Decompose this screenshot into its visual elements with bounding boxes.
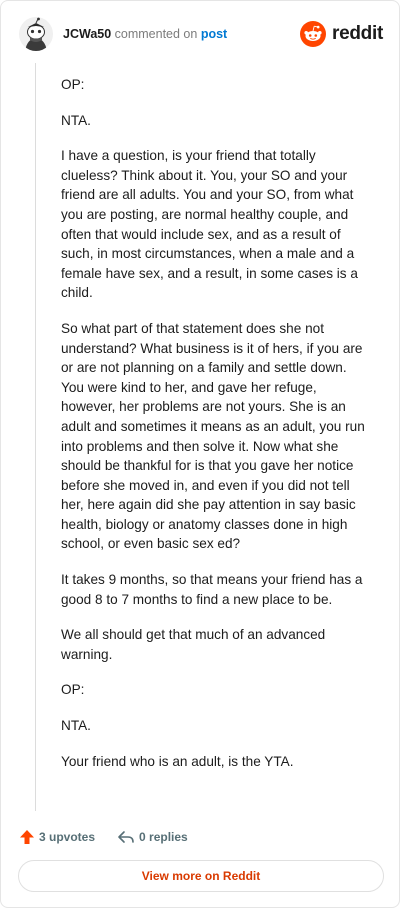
post-link[interactable]: post (201, 27, 227, 41)
comment-paragraph: It takes 9 months, so that means your fr… (61, 572, 363, 607)
thread-line (35, 63, 36, 811)
view-more-button[interactable]: View more on Reddit (18, 860, 384, 892)
comment-paragraph: Your friend who is an adult, is the YTA. (61, 753, 294, 769)
username-link[interactable]: JCWa50 (63, 27, 111, 41)
comment-paragraph: I have a question, is your friend that t… (61, 148, 358, 301)
reddit-wordmark: reddit (332, 23, 383, 44)
reply-button[interactable]: 0 replies (117, 829, 188, 845)
user-avatar[interactable] (19, 17, 53, 51)
comment-paragraph: NTA. (61, 718, 91, 734)
comment-footer: 3 upvotes 0 replies (19, 827, 210, 847)
action-text: commented on (114, 27, 198, 41)
comment-paragraph: OP: (61, 682, 85, 698)
reddit-logo[interactable]: reddit (300, 21, 383, 47)
upvote-arrow-icon (20, 830, 34, 844)
upvote-button[interactable]: 3 upvotes (19, 829, 95, 845)
comment-body: OP: NTA. I have a question, is your frie… (61, 75, 371, 787)
reply-count: 0 replies (139, 830, 188, 844)
reddit-logo-icon (300, 21, 327, 47)
comment-paragraph: NTA. (61, 112, 91, 128)
snoo-avatar-icon (19, 17, 53, 51)
comment-header: JCWa50 commented on post reddit (19, 17, 383, 53)
comment-card: JCWa50 commented on post reddit OP: NTA. (0, 0, 400, 908)
comment-paragraph: OP: (61, 77, 85, 92)
comment-paragraph: We all should get that much of an advanc… (61, 627, 326, 662)
upvote-count: 3 upvotes (39, 830, 96, 844)
reply-arrow-icon (118, 831, 134, 843)
comment-paragraph: So what part of that statement does she … (61, 320, 365, 552)
comment-byline: JCWa50 commented on post (63, 27, 227, 41)
